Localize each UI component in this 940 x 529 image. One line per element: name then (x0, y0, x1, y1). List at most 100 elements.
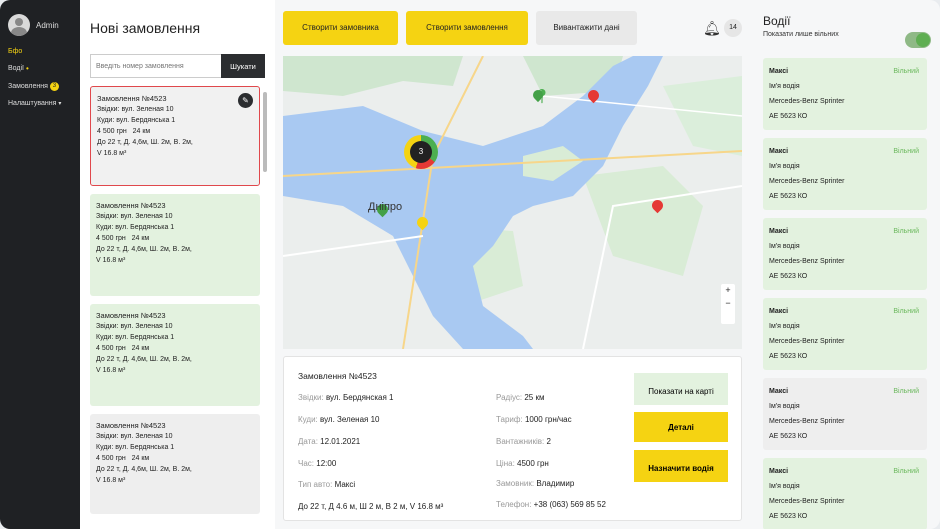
orders-panel: Нові замовлення Шукати Замовлення №4523 … (80, 0, 275, 529)
driver-car: Mercedes-Benz Sprinter (769, 98, 845, 105)
driver-plate: АЕ 5623 КО (769, 113, 808, 120)
details-dimensions: До 22 т, Д 4.6 м, Ш 2 м, В 2 м, V 16.8 м… (298, 502, 444, 511)
order-card[interactable]: Замовлення №4523 Звідки: вул. Зеленая 10… (90, 414, 260, 514)
order-number: Замовлення №4523 (97, 94, 167, 103)
driver-status: Вільний (893, 468, 919, 475)
driver-status: Вільний (893, 148, 919, 155)
from-label: Звідки: (298, 393, 324, 402)
sidebar-item-orders[interactable]: Замовлення 3 (8, 82, 72, 91)
driver-name: Ім'я водія (769, 323, 800, 330)
order-dimensions: До 22 т, Д. 4,6м, Ш. 2м, В. 2м, (96, 466, 192, 473)
driver-card[interactable]: Максі Вільний Ім'я водія Mercedes-Benz S… (763, 458, 927, 529)
driver-status: Вільний (893, 68, 919, 75)
customer-label: Замовник: (496, 479, 535, 488)
order-price: 4 500 грн (96, 235, 126, 242)
sidebar: Admin Бфо Водії • Замовлення 3 Налаштуванн… (0, 0, 80, 529)
driver-card[interactable]: Максі Вільний Ім'я водія Mercedes-Benz S… (763, 298, 927, 370)
date-value: 12.01.2021 (320, 437, 361, 446)
user-block[interactable]: Admin (8, 14, 72, 36)
drivers-panel: Водії Показати лише вільних Максі Вільни… (755, 0, 940, 529)
details-type-row: Тип авто: Максі (298, 480, 355, 489)
order-volume: V 16.8 м³ (96, 257, 126, 264)
phone-value: +38 (063) 569 85 52 (533, 500, 606, 509)
details-loaders-row: Вантажників: 2 (496, 437, 551, 446)
orders-scrollbar[interactable] (263, 92, 267, 172)
bell-icon[interactable]: 🔔︎ (703, 20, 721, 37)
driver-plate: АЕ 5623 КО (769, 273, 808, 280)
sidebar-item-settings[interactable]: Налаштування ▾ (8, 100, 72, 107)
show-on-map-button[interactable]: Показати на карті (634, 373, 728, 405)
details-from-row: Звідки: вул. Бердянская 1 (298, 393, 393, 402)
orders-count-badge: 3 (49, 82, 59, 91)
order-number: Замовлення №4523 (96, 201, 166, 210)
order-price-row: 4 500 грн 24 км (96, 453, 254, 464)
create-order-button[interactable]: Створити замовлення (406, 11, 528, 45)
driver-name: Ім'я водія (769, 243, 800, 250)
details-to-row: Куди: вул. Зеленая 10 (298, 415, 379, 424)
sidebar-item-info[interactable]: Бфо (8, 48, 72, 55)
alert-dot-icon: • (26, 64, 29, 73)
radius-value: 25 км (524, 393, 545, 402)
drivers-title: Водії (763, 14, 791, 28)
price-label: Ціна: (496, 459, 515, 468)
driver-card[interactable]: Максі Вільний Ім'я водія Mercedes-Benz S… (763, 138, 927, 210)
price-value: 4500 грн (517, 459, 549, 468)
details-button[interactable]: Деталі (634, 412, 728, 442)
order-details-panel: Замовлення №4523 Звідки: вул. Бердянская… (283, 356, 742, 521)
assign-driver-button[interactable]: Назначити водія (634, 450, 728, 482)
zoom-in-button[interactable]: + (721, 284, 735, 297)
driver-name: Ім'я водія (769, 83, 800, 90)
driver-card[interactable]: Максі Вільний Ім'я водія Mercedes-Benz S… (763, 378, 927, 450)
order-number: Замовлення №4523 (96, 311, 166, 320)
create-customer-button[interactable]: Створити замовника (283, 11, 398, 45)
order-card[interactable]: Замовлення №4523 ✎ Звідки: вул. Зеленая … (90, 86, 260, 186)
order-to: Куди: вул. Бердянська 1 (96, 444, 175, 451)
sidebar-item-label: Водії (8, 65, 24, 72)
zoom-controls: + − (721, 284, 735, 324)
order-to: Куди: вул. Бердянська 1 (97, 117, 176, 124)
search-button[interactable]: Шукати (221, 54, 265, 78)
map[interactable]: 3 📍︎ Дніпро + − (283, 56, 742, 349)
driver-status: Вільний (893, 308, 919, 315)
order-price: 4 500 грн (96, 345, 126, 352)
order-distance: 24 км (132, 128, 151, 135)
order-price-row: 4 500 грн 24 км (96, 233, 254, 244)
free-only-toggle[interactable] (905, 32, 931, 48)
order-to: Куди: вул. Бердянська 1 (96, 334, 175, 341)
details-date-row: Дата: 12.01.2021 (298, 437, 360, 446)
user-name: Admin (36, 20, 59, 30)
order-card[interactable]: Замовлення №4523 Звідки: вул. Зеленая 10… (90, 304, 260, 406)
export-data-button[interactable]: Вивантажити дані (536, 11, 637, 45)
sidebar-item-label: Бфо (8, 48, 23, 55)
order-search: Шукати (90, 54, 265, 78)
order-dimensions: До 22 т, Д. 4,6м, Ш. 2м, В. 2м, (96, 356, 192, 363)
order-card[interactable]: Замовлення №4523 Звідки: вул. Зеленая 10… (90, 194, 260, 296)
details-customer-row: Замовник: Владимир (496, 479, 574, 488)
zoom-out-button[interactable]: − (721, 297, 735, 310)
page-title: Нові замовлення (90, 20, 201, 36)
map-canvas (283, 56, 742, 349)
sidebar-item-drivers[interactable]: Водії • (8, 64, 72, 73)
driver-car: Mercedes-Benz Sprinter (769, 178, 845, 185)
order-from: Звідки: вул. Зеленая 10 (96, 213, 173, 220)
driver-card[interactable]: Максі Вільний Ім'я водія Mercedes-Benz S… (763, 218, 927, 290)
order-search-input[interactable] (90, 54, 221, 78)
driver-card[interactable]: Максі Вільний Ім'я водія Mercedes-Benz S… (763, 58, 927, 130)
avatar (8, 14, 30, 36)
time-value: 12:00 (316, 459, 337, 468)
edit-icon[interactable]: ✎ (238, 93, 253, 108)
customer-value: Владимир (536, 479, 575, 488)
details-radius-row: Радіус: 25 км (496, 393, 544, 402)
order-from: Звідки: вул. Зеленая 10 (96, 433, 173, 440)
loaders-value: 2 (546, 437, 551, 446)
order-dimensions: До 22 т, Д. 4,6м, Ш. 2м, В. 2м, (97, 139, 193, 146)
driver-plate: АЕ 5623 КО (769, 513, 808, 520)
map-cluster-marker[interactable]: 3 (404, 135, 438, 169)
order-dimensions: До 22 т, Д. 4,6м, Ш. 2м, В. 2м, (96, 246, 192, 253)
order-from: Звідки: вул. Зеленая 10 (97, 106, 174, 113)
phone-label: Телефон: (496, 500, 532, 509)
date-label: Дата: (298, 437, 318, 446)
order-distance: 24 км (131, 235, 150, 242)
order-volume: V 16.8 м³ (96, 367, 126, 374)
type-label: Тип авто: (298, 480, 333, 489)
